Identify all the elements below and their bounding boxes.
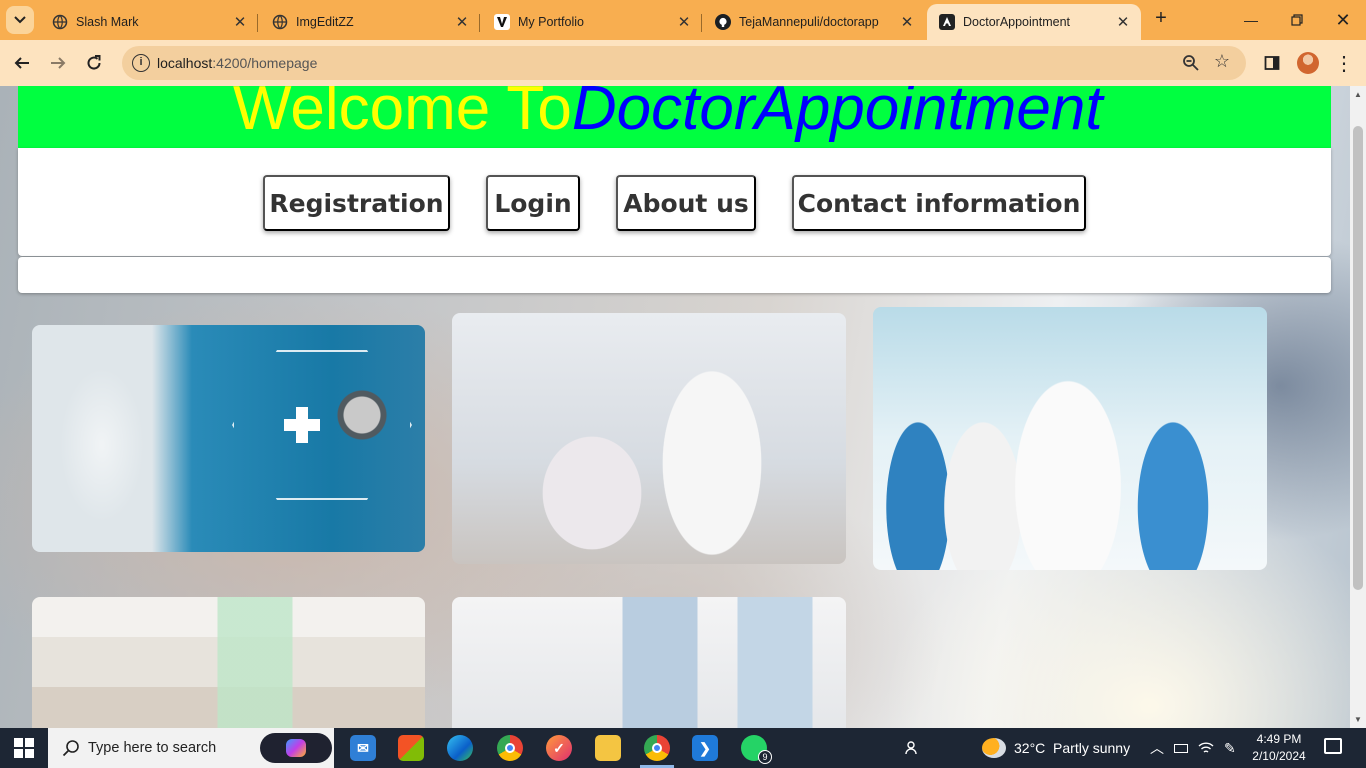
restore-button[interactable] bbox=[1274, 0, 1320, 40]
tab-label: DoctorAppointment bbox=[963, 15, 1071, 29]
windows-start-icon[interactable] bbox=[14, 738, 34, 758]
nav-panel: Registration Login About us Contact info… bbox=[18, 148, 1331, 256]
hospital-room-photo bbox=[452, 597, 846, 728]
pen-icon[interactable]: ✎ bbox=[1224, 728, 1236, 768]
weather-widget[interactable]: 32°C Partly sunny bbox=[982, 728, 1130, 768]
globe-icon bbox=[272, 14, 288, 30]
people-icon[interactable] bbox=[904, 728, 922, 768]
brave-icon[interactable]: ✓ bbox=[546, 735, 572, 761]
globe-icon bbox=[52, 14, 68, 30]
system-clock[interactable]: 4:49 PM 2/10/2024 bbox=[1240, 731, 1318, 765]
empty-content-strip bbox=[18, 257, 1331, 293]
battery-icon[interactable] bbox=[1174, 728, 1188, 768]
vercel-icon bbox=[494, 14, 510, 30]
more-vertical-icon: ⋮ bbox=[1334, 52, 1354, 75]
bookmark-star-icon[interactable]: ☆ bbox=[1214, 51, 1230, 72]
about-us-button[interactable]: About us bbox=[616, 175, 756, 231]
copilot-button[interactable] bbox=[260, 733, 332, 763]
minimize-icon: — bbox=[1244, 12, 1258, 28]
medical-team-photo bbox=[873, 307, 1267, 570]
vscode-icon[interactable]: ❯ bbox=[692, 735, 718, 761]
close-icon: ✕ bbox=[1335, 9, 1351, 30]
scrollbar-thumb[interactable] bbox=[1353, 126, 1363, 590]
tab-label: ImgEditZZ bbox=[296, 15, 354, 29]
login-button[interactable]: Login bbox=[486, 175, 580, 231]
address-bar[interactable]: i localhost:4200/homepage ☆ bbox=[122, 46, 1246, 80]
forward-button[interactable] bbox=[46, 51, 70, 75]
close-icon[interactable]: ✕ bbox=[454, 14, 470, 31]
github-icon bbox=[715, 14, 731, 30]
partly-sunny-icon bbox=[982, 738, 1006, 758]
browser-menu-button[interactable]: ⋮ bbox=[1332, 51, 1356, 75]
welcome-banner: Welcome ToDoctorAppointment bbox=[18, 86, 1331, 148]
site-info-icon[interactable]: i bbox=[132, 54, 150, 72]
url-path: :4200/homepage bbox=[212, 55, 318, 71]
weather-text: 32°C Partly sunny bbox=[1014, 740, 1131, 756]
stethoscope-tech-photo bbox=[32, 325, 425, 552]
brand-text: DoctorAppointment bbox=[571, 86, 1103, 143]
wifi-icon[interactable] bbox=[1198, 728, 1214, 768]
browser-toolbar: i localhost:4200/homepage ☆ ⋮ bbox=[0, 40, 1366, 86]
windows-taskbar: Type here to search ✉ ✓ ❯ 9 32°C Partly … bbox=[0, 728, 1366, 768]
close-icon[interactable]: ✕ bbox=[899, 14, 915, 31]
reload-icon bbox=[87, 55, 101, 70]
page-viewport: Welcome ToDoctorAppointment Registration… bbox=[0, 86, 1350, 728]
edge-icon[interactable] bbox=[447, 735, 473, 761]
reload-button[interactable] bbox=[82, 51, 106, 75]
clock-time: 4:49 PM bbox=[1256, 732, 1302, 746]
new-tab-button[interactable]: + bbox=[1150, 8, 1172, 30]
chrome-profile-icon[interactable] bbox=[636, 728, 678, 768]
file-explorer-icon[interactable] bbox=[595, 735, 621, 761]
arrow-left-icon bbox=[14, 57, 29, 69]
restore-icon bbox=[1291, 14, 1303, 26]
url-host: localhost bbox=[157, 55, 213, 71]
angular-icon bbox=[939, 14, 955, 30]
tab-label: Slash Mark bbox=[76, 15, 139, 29]
tab-label: TejaMannepuli/doctorapp bbox=[739, 15, 879, 29]
minimize-button[interactable]: — bbox=[1228, 0, 1274, 40]
registration-button[interactable]: Registration bbox=[263, 175, 450, 231]
search-placeholder: Type here to search bbox=[88, 740, 217, 756]
show-hidden-icons-chevron-icon[interactable]: ︿ bbox=[1150, 728, 1164, 768]
search-icon bbox=[62, 740, 79, 757]
tab-imgeditzz[interactable]: ImgEditZZ ✕ bbox=[260, 4, 480, 40]
clock-date: 2/10/2024 bbox=[1252, 749, 1306, 763]
contact-information-button[interactable]: Contact information bbox=[792, 175, 1086, 231]
notifications-icon[interactable] bbox=[1324, 738, 1342, 754]
taskbar-search[interactable]: Type here to search bbox=[48, 728, 334, 768]
close-window-button[interactable]: ✕ bbox=[1320, 0, 1366, 40]
mail-icon[interactable]: ✉ bbox=[350, 735, 376, 761]
tab-label: My Portfolio bbox=[518, 15, 584, 29]
arrow-right-icon bbox=[51, 57, 66, 69]
scroll-up-arrow[interactable]: ▲ bbox=[1353, 90, 1363, 99]
hospital-ward-photo bbox=[32, 597, 425, 728]
doctor-with-patient-photo bbox=[452, 313, 846, 564]
tab-slash-mark[interactable]: Slash Mark ✕ bbox=[40, 4, 258, 40]
tab-search-button[interactable] bbox=[6, 6, 34, 34]
copilot-icon bbox=[286, 739, 306, 757]
close-icon[interactable]: ✕ bbox=[676, 14, 692, 31]
store-icon[interactable] bbox=[398, 735, 424, 761]
page-scrollbar[interactable]: ▲ ▼ bbox=[1350, 86, 1366, 728]
profile-avatar[interactable] bbox=[1297, 52, 1319, 74]
zoom-icon[interactable] bbox=[1182, 54, 1200, 72]
scroll-down-arrow[interactable]: ▼ bbox=[1353, 715, 1363, 724]
whatsapp-icon[interactable]: 9 bbox=[741, 735, 772, 764]
welcome-text: Welcome To bbox=[233, 86, 572, 143]
chevron-down-icon bbox=[14, 16, 26, 24]
page-title: Welcome ToDoctorAppointment bbox=[233, 86, 1103, 144]
tab-my-portfolio[interactable]: My Portfolio ✕ bbox=[482, 4, 702, 40]
close-icon[interactable]: ✕ bbox=[232, 14, 248, 31]
side-panel-icon bbox=[1264, 56, 1280, 70]
whatsapp-badge: 9 bbox=[758, 750, 772, 764]
browser-tab-bar: Slash Mark ✕ ImgEditZZ ✕ My Portfolio ✕ … bbox=[0, 0, 1366, 40]
url-text[interactable]: localhost:4200/homepage bbox=[157, 55, 317, 71]
tab-doctorappointment[interactable]: DoctorAppointment ✕ bbox=[927, 4, 1141, 40]
side-panel-button[interactable] bbox=[1260, 51, 1284, 75]
close-icon[interactable]: ✕ bbox=[1115, 14, 1131, 31]
chrome-icon[interactable] bbox=[497, 735, 523, 761]
tab-github-doctorapp[interactable]: TejaMannepuli/doctorapp ✕ bbox=[703, 4, 925, 40]
back-button[interactable] bbox=[10, 51, 34, 75]
